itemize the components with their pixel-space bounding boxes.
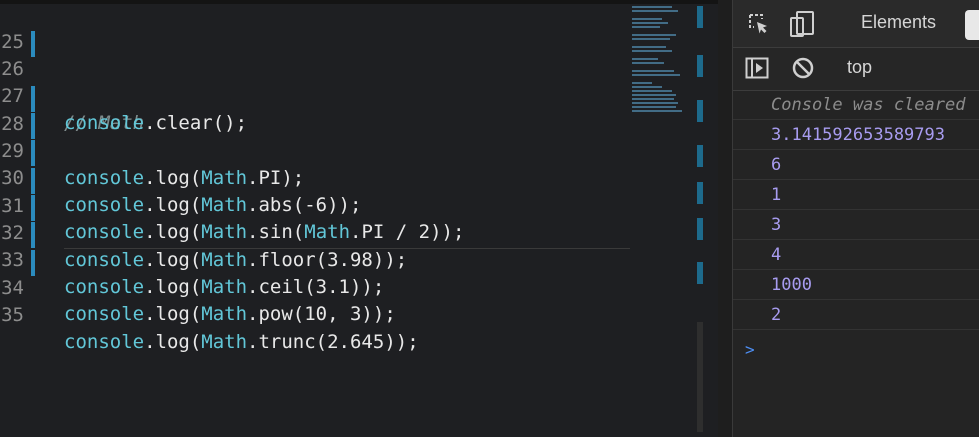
minimap-row <box>632 98 674 100</box>
inspect-element-icon[interactable] <box>747 12 771 41</box>
code-line-31[interactable]: 31 console.log(Math.floor(3.98)); <box>0 166 640 271</box>
overview-ruler-marker <box>697 100 703 122</box>
console-toolbar: top <box>733 48 979 91</box>
overview-ruler-marker <box>697 182 703 204</box>
console-prompt[interactable]: > <box>745 340 755 359</box>
code-line-35[interactable]: 35 <box>0 275 640 326</box>
context-selector[interactable]: top <box>847 57 872 78</box>
console-message: 3 <box>733 210 979 240</box>
code-line-30[interactable]: 30 console.log(Math.sin(Math.PI / 2)); <box>0 138 640 243</box>
minimap-row <box>632 26 660 28</box>
minimap-row <box>632 102 678 104</box>
console-cleared-text: Console was cleared <box>771 95 966 115</box>
minimap[interactable] <box>630 4 698 114</box>
code-text: console.log(Math.pow(10, 3)); <box>64 303 396 325</box>
minimap-row <box>632 46 666 48</box>
git-change-marker <box>31 195 35 221</box>
console-output: 3 <box>771 215 782 235</box>
minimap-row <box>632 110 682 112</box>
minimap-row <box>632 86 662 88</box>
minimap-row <box>632 22 668 24</box>
console-output: 3.141592653589793 <box>771 125 945 145</box>
console-output: 2 <box>771 305 782 325</box>
minimap-row <box>632 50 672 52</box>
console-message: 6 <box>733 150 979 180</box>
overview-ruler-marker <box>697 55 703 77</box>
code-line-26[interactable]: 26 // Math <box>0 29 640 134</box>
git-change-marker <box>31 113 35 139</box>
overview-ruler-marker <box>697 6 703 28</box>
show-sidebar-icon[interactable] <box>745 57 769 84</box>
git-change-marker <box>31 31 35 57</box>
minimap-row <box>632 58 658 60</box>
minimap-row <box>632 62 664 64</box>
code-line-34[interactable]: 34 console.log(Math.trunc(2.645)); <box>0 248 640 353</box>
clear-console-icon[interactable] <box>791 56 815 85</box>
minimap-row <box>632 34 676 36</box>
minimap-row <box>632 10 678 12</box>
code-line-25[interactable]: 25 <box>0 2 640 53</box>
tab-console[interactable] <box>965 10 979 40</box>
overview-ruler-marker <box>697 218 703 240</box>
minimap-row <box>632 18 662 20</box>
minimap-row <box>632 38 670 40</box>
code-line-29[interactable]: 29 console.log(Math.abs(-6)); <box>0 111 640 216</box>
minimap-row <box>632 6 672 8</box>
minimap-row <box>632 94 676 96</box>
minimap-row <box>632 106 676 108</box>
console-output: 1 <box>771 185 782 205</box>
overview-ruler-marker <box>697 262 703 284</box>
minimap-row <box>632 70 674 72</box>
code-line-33[interactable]: 33 console.log(Math.pow(10, 3)); <box>0 220 640 325</box>
minimap-row <box>632 90 672 92</box>
minimap-row <box>632 74 680 76</box>
code-editor[interactable]: 25 26 // Math 27 console.clear(); 28 con… <box>0 0 718 437</box>
console-message: Console was cleared <box>733 90 979 120</box>
code-text: console.log(Math.trunc(2.645)); <box>64 331 419 353</box>
git-change-marker <box>31 168 35 194</box>
code-line-27[interactable]: 27 console.clear(); <box>0 56 640 134</box>
console-output: 6 <box>771 155 782 175</box>
line-number: 35 <box>1 304 24 326</box>
minimap-row <box>632 82 652 84</box>
git-change-marker <box>31 86 35 112</box>
console-message: 1 <box>733 180 979 210</box>
console-message: 3.141592653589793 <box>733 120 979 150</box>
git-change-marker <box>31 140 35 166</box>
code-line-32[interactable]: 32 console.log(Math.ceil(3.1)); <box>0 193 640 298</box>
overview-ruler-track <box>697 322 703 432</box>
overview-ruler-marker <box>697 145 703 167</box>
devtools-tab-bar: Elements <box>733 0 979 48</box>
console-output: 4 <box>771 245 782 265</box>
console-message: 4 <box>733 240 979 270</box>
console-message: 2 <box>733 300 979 330</box>
code-line-28[interactable]: 28 console.log(Math.PI); <box>0 84 640 189</box>
console-output: 1000 <box>771 275 812 295</box>
device-toolbar-icon[interactable] <box>789 10 815 43</box>
devtools-panel: Elements top Console was cleared 3.14159… <box>732 0 979 437</box>
console-message: 1000 <box>733 270 979 300</box>
git-change-marker <box>31 222 35 248</box>
tab-elements[interactable]: Elements <box>861 12 936 33</box>
git-change-marker <box>31 250 35 276</box>
